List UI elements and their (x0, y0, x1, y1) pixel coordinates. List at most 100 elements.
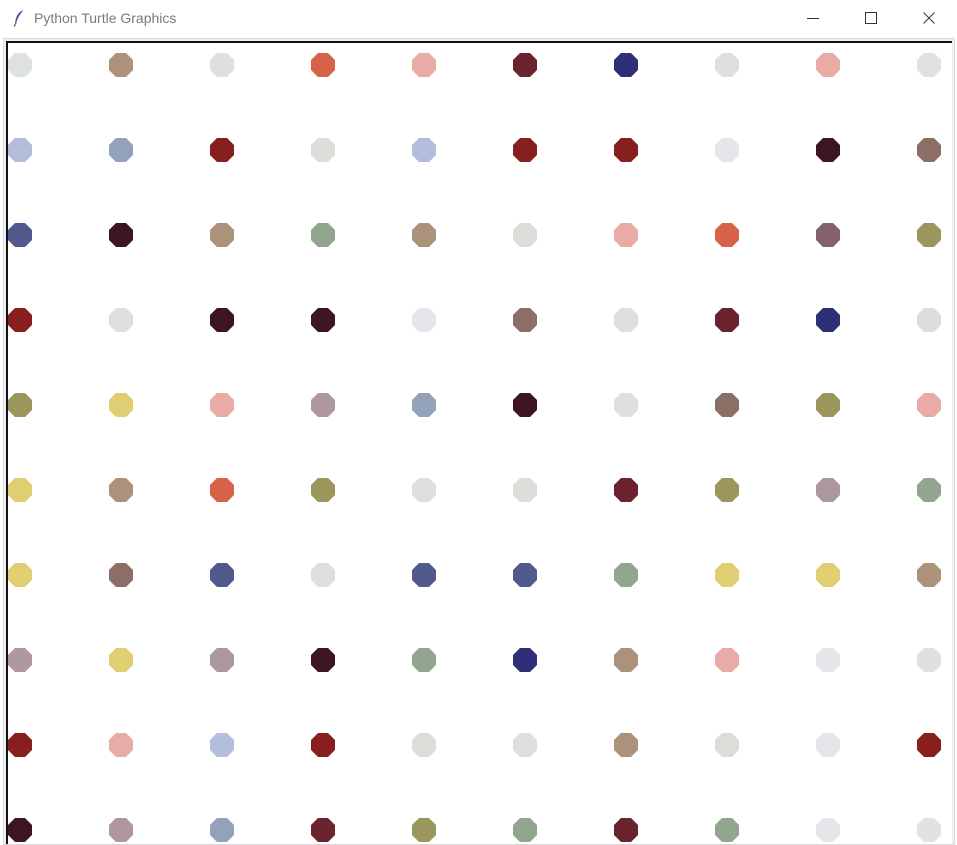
dot (412, 223, 436, 247)
minimize-icon (807, 18, 819, 19)
dot (412, 53, 436, 77)
dot (614, 648, 638, 672)
dot (8, 733, 32, 757)
dot (210, 223, 234, 247)
dot (311, 733, 335, 757)
feather-icon (11, 9, 27, 27)
dot (917, 478, 941, 502)
maximize-button[interactable] (842, 0, 900, 36)
dot (109, 478, 133, 502)
dot (109, 53, 133, 77)
dot (210, 648, 234, 672)
dot (715, 53, 739, 77)
dot (8, 53, 32, 77)
dot (715, 223, 739, 247)
dot (917, 308, 941, 332)
dot (8, 393, 32, 417)
dot (715, 648, 739, 672)
dot (917, 563, 941, 587)
dot (917, 53, 941, 77)
dot (715, 478, 739, 502)
close-button[interactable] (900, 0, 957, 36)
dot (715, 563, 739, 587)
minimize-button[interactable] (784, 0, 842, 36)
dot (412, 648, 436, 672)
dot (614, 818, 638, 842)
dot (816, 393, 840, 417)
dot (614, 393, 638, 417)
dot (8, 138, 32, 162)
dot (412, 563, 436, 587)
canvas-frame (3, 38, 955, 845)
dot (8, 223, 32, 247)
dot (513, 53, 537, 77)
dot (109, 733, 133, 757)
dot (816, 478, 840, 502)
dot (412, 733, 436, 757)
dot (715, 138, 739, 162)
dot (412, 478, 436, 502)
dot (8, 478, 32, 502)
turtle-canvas[interactable] (6, 41, 952, 844)
dot (210, 478, 234, 502)
dot (311, 563, 335, 587)
dot (513, 223, 537, 247)
dot (109, 223, 133, 247)
window-title: Python Turtle Graphics (34, 10, 177, 26)
dot (816, 138, 840, 162)
dot (109, 138, 133, 162)
dot (715, 818, 739, 842)
dot (210, 53, 234, 77)
dot (311, 818, 335, 842)
dot (816, 563, 840, 587)
dot (715, 733, 739, 757)
dot (513, 818, 537, 842)
dot (8, 648, 32, 672)
dot-grid (8, 53, 941, 842)
dot (412, 138, 436, 162)
dot (8, 308, 32, 332)
dot (816, 733, 840, 757)
dot (513, 733, 537, 757)
dot (614, 223, 638, 247)
dot (614, 138, 638, 162)
dot (614, 53, 638, 77)
dot (917, 818, 941, 842)
dot (109, 308, 133, 332)
dot (412, 308, 436, 332)
dot (816, 308, 840, 332)
dot (614, 733, 638, 757)
dot (8, 563, 32, 587)
turtle-window: Python Turtle Graphics (0, 0, 957, 845)
dot (412, 393, 436, 417)
dot (513, 138, 537, 162)
dot (311, 393, 335, 417)
dot (109, 818, 133, 842)
dot (816, 648, 840, 672)
dot (816, 223, 840, 247)
dot (816, 53, 840, 77)
dot (109, 393, 133, 417)
dot (311, 308, 335, 332)
dot (311, 138, 335, 162)
dot (513, 563, 537, 587)
dot (513, 393, 537, 417)
dot (109, 563, 133, 587)
maximize-icon (865, 12, 877, 24)
dot (715, 308, 739, 332)
close-icon (923, 12, 935, 24)
dot (816, 818, 840, 842)
dot (311, 648, 335, 672)
dot (614, 478, 638, 502)
title-bar[interactable]: Python Turtle Graphics (0, 0, 957, 36)
dot (614, 563, 638, 587)
dot (311, 223, 335, 247)
dot (311, 53, 335, 77)
dot (210, 818, 234, 842)
dot (8, 818, 32, 842)
dot (210, 393, 234, 417)
dot (917, 733, 941, 757)
dot (513, 478, 537, 502)
dot (210, 733, 234, 757)
dot (210, 563, 234, 587)
